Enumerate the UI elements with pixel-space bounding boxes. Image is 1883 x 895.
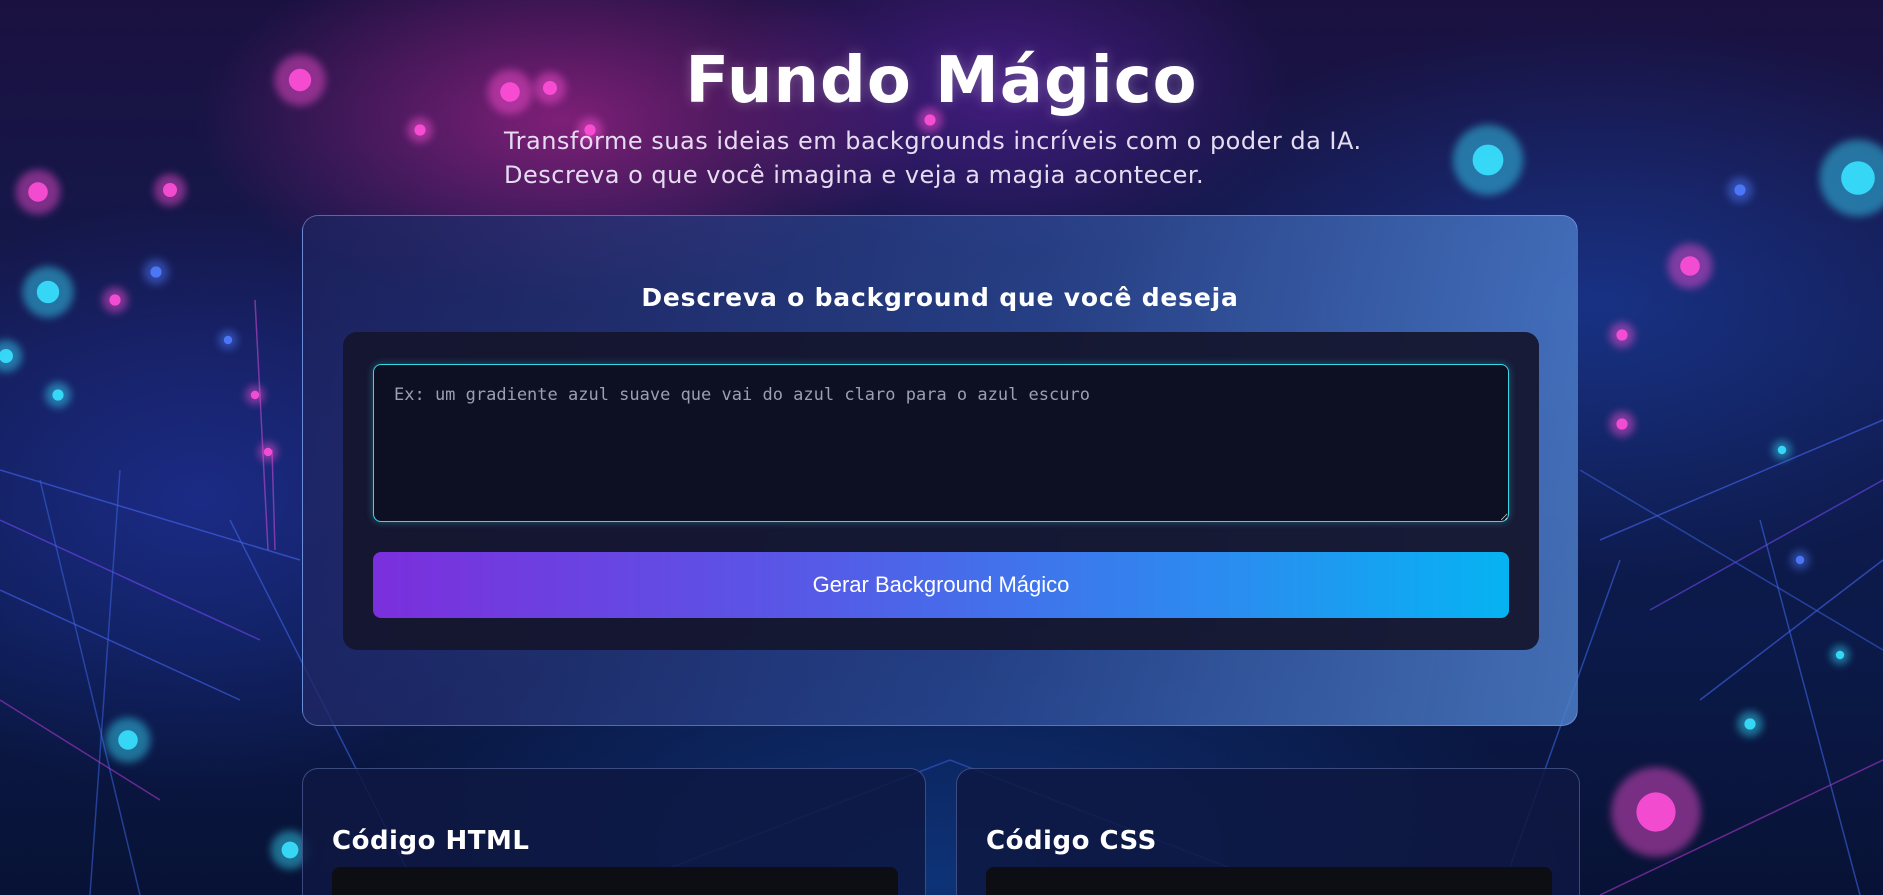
background-line (254, 299, 269, 551)
background-glow (0, 340, 22, 372)
background-line (0, 699, 161, 801)
background-line (1579, 469, 1883, 651)
background-dot (28, 182, 48, 202)
background-dot (414, 124, 426, 136)
generator-card: Descreva o background que você deseja Ge… (302, 215, 1578, 726)
background-dot (1472, 144, 1504, 176)
background-line (0, 589, 241, 701)
background-glow (258, 442, 278, 462)
background-dot (1616, 418, 1628, 430)
description-textarea[interactable] (373, 364, 1509, 522)
background-glow (154, 174, 186, 206)
background-dot (1795, 555, 1805, 565)
background-dot (1777, 445, 1787, 455)
background-dot (0, 349, 13, 363)
background-line (0, 469, 301, 561)
html-code-block[interactable] (332, 867, 898, 895)
background-dot (1841, 161, 1875, 195)
background-dot (1616, 329, 1628, 341)
page-subtitle: Transforme suas ideias em backgrounds in… (504, 127, 1362, 189)
background-glow (1611, 767, 1701, 857)
background-dot (263, 447, 273, 457)
background-glow (1452, 124, 1524, 196)
background-dot (163, 183, 177, 197)
background-dot (36, 280, 60, 304)
background-glow (1819, 139, 1883, 217)
background-dot (52, 389, 64, 401)
background-dot (118, 730, 138, 750)
generator-form: Gerar Background Mágico (343, 332, 1539, 650)
background-line (0, 519, 261, 641)
background-line (39, 479, 141, 895)
background-glow (1609, 411, 1635, 437)
background-dot (150, 266, 162, 278)
background-glow (15, 169, 61, 215)
background-line (1599, 419, 1883, 541)
background-line (1599, 759, 1883, 895)
background-dot (1744, 718, 1756, 730)
generate-background-button[interactable]: Gerar Background Mágico (373, 552, 1509, 618)
background-glow (45, 382, 71, 408)
background-glow (407, 117, 433, 143)
background-glow (1790, 550, 1810, 570)
html-code-card: Código HTML (302, 768, 926, 895)
background-dot (223, 335, 233, 345)
background-glow (102, 287, 128, 313)
background-glow (105, 717, 151, 763)
background-dot (109, 294, 121, 306)
background-dot (281, 841, 299, 859)
background-line (89, 469, 121, 895)
background-dot (1734, 184, 1746, 196)
background-line (271, 449, 276, 551)
html-code-title: Código HTML (332, 826, 530, 856)
background-glow (22, 266, 74, 318)
css-code-card: Código CSS (956, 768, 1580, 895)
css-code-title: Código CSS (986, 826, 1157, 856)
background-glow (1727, 177, 1753, 203)
background-line (1699, 559, 1883, 701)
css-code-block[interactable] (986, 867, 1552, 895)
background-dot (250, 390, 260, 400)
background-glow (1830, 645, 1850, 665)
background-dot (1636, 792, 1676, 832)
background-glow (245, 385, 265, 405)
background-glow (1737, 711, 1763, 737)
background-dot (1680, 256, 1700, 276)
background-glow (1667, 243, 1713, 289)
background-glow (1772, 440, 1792, 460)
background-glow (143, 259, 169, 285)
generator-heading: Descreva o background que você deseja (641, 282, 1239, 312)
page-title: Fundo Mágico (685, 43, 1198, 118)
background-line (1759, 519, 1861, 895)
background-glow (218, 330, 238, 350)
background-glow (1609, 322, 1635, 348)
background-dot (1835, 650, 1845, 660)
background-line (1649, 479, 1883, 611)
